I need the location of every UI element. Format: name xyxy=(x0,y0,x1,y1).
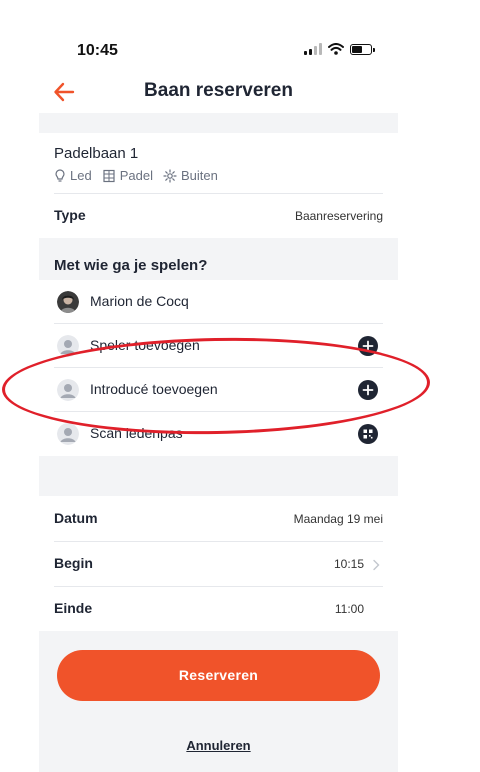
battery-icon xyxy=(350,43,375,55)
gear-icon xyxy=(163,168,177,183)
end-value: 11:00 xyxy=(334,602,364,616)
signal-icon xyxy=(304,43,322,55)
reserve-button[interactable]: Reserveren xyxy=(57,650,380,701)
feature-buiten: Buiten xyxy=(163,168,218,183)
players-header: Met wie ga je spelen? xyxy=(39,238,398,280)
page-title: Baan reserveren xyxy=(144,80,293,101)
lightbulb-icon xyxy=(55,168,65,182)
date-label: Datum xyxy=(54,510,98,526)
start-label: Begin xyxy=(54,555,93,571)
player-row-marion[interactable]: Marion de Cocq xyxy=(39,280,398,324)
building-icon xyxy=(103,169,115,182)
section-spacer xyxy=(39,113,398,133)
end-label: Einde xyxy=(54,600,93,616)
court-features: Led Padel Buiten xyxy=(54,168,228,183)
player-name: Marion de Cocq xyxy=(90,293,189,309)
chevron-right-icon xyxy=(373,559,380,571)
feature-padel-label: Padel xyxy=(119,168,153,183)
avatar xyxy=(57,291,79,313)
nav-bar: Baan reserveren xyxy=(39,72,398,112)
start-row[interactable]: Begin 10:15 xyxy=(39,542,398,586)
status-time: 10:45 xyxy=(77,42,118,59)
type-row: Type Baanreservering xyxy=(39,194,398,238)
date-value: Maandag 19 mei xyxy=(293,512,383,526)
end-row[interactable]: Einde 11:00 xyxy=(39,587,398,631)
start-value: 10:15 xyxy=(333,557,364,571)
wifi-icon xyxy=(328,43,344,55)
status-icons xyxy=(304,43,375,55)
status-bar: 10:45 xyxy=(39,38,398,66)
feature-led: Led xyxy=(54,168,92,183)
court-info: Padelbaan 1 Led Padel Buiten xyxy=(39,133,398,193)
court-name: Padelbaan 1 xyxy=(54,145,139,162)
feature-padel: Padel xyxy=(102,168,153,183)
feature-led-label: Led xyxy=(70,168,92,183)
type-value: Baanreservering xyxy=(294,209,383,223)
date-row[interactable]: Datum Maandag 19 mei xyxy=(39,497,398,541)
section-spacer xyxy=(39,456,398,496)
qr-icon[interactable] xyxy=(358,424,378,444)
feature-buiten-label: Buiten xyxy=(180,168,218,183)
players-title: Met wie ga je spelen? xyxy=(54,257,208,274)
cancel-link[interactable]: Annuleren xyxy=(39,738,398,753)
user-placeholder-icon xyxy=(57,423,79,445)
type-label: Type xyxy=(54,207,86,223)
